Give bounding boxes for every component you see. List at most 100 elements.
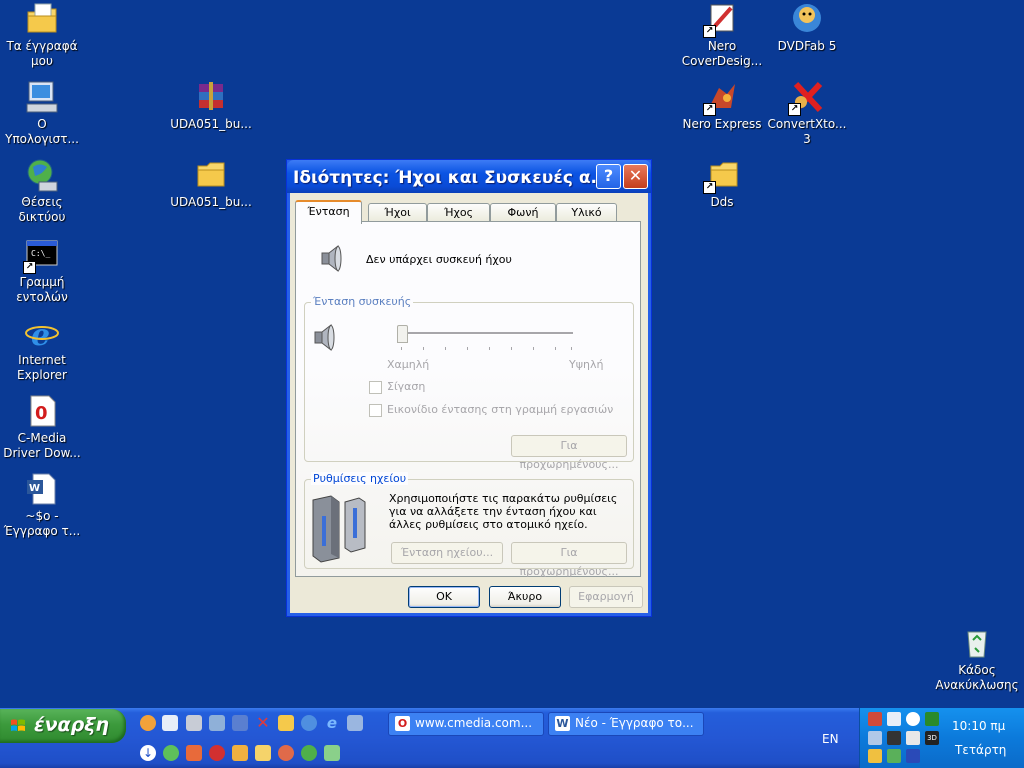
recycle-bin-icon [960, 626, 994, 660]
floppy-icon[interactable] [186, 715, 202, 731]
tab-volume[interactable]: Ένταση [295, 200, 362, 224]
desktop-icon-my-computer[interactable]: Ο Υπολογιστ... [0, 80, 84, 147]
apply-button[interactable]: Εφαρμογή [569, 586, 643, 608]
task-label: Νέο - Έγγραφο το... [575, 716, 694, 730]
shortcut-arrow-icon: ↗ [703, 181, 716, 194]
notes-icon[interactable] [255, 745, 271, 761]
tray-icon[interactable] [868, 731, 882, 745]
opera-icon: O [395, 716, 410, 731]
speaker-settings-description: Χρησιμοποιήστε τις παρακάτω ρυθμίσεις γι… [389, 492, 618, 531]
desktop-icon-label: Τα έγγραφά μου [6, 39, 78, 68]
task-button-opera[interactable]: O www.cmedia.com... [388, 712, 544, 736]
tray-icon-label: Εικονίδιο έντασης στη γραμμή εργασιών [387, 403, 614, 416]
dvdfab-icon [790, 2, 824, 36]
explorer-icon[interactable] [162, 715, 178, 731]
system-tray: 3D 10:10 πμ Τετάρτη [859, 708, 1024, 768]
task-label: www.cmedia.com... [415, 716, 533, 730]
desktop-icon-label: ~$ο - Έγγραφο τ... [3, 509, 81, 538]
tray-icon[interactable] [868, 712, 882, 726]
language-indicator[interactable]: EN [822, 732, 839, 746]
computer-icon [25, 80, 59, 114]
tray-icon[interactable] [868, 749, 882, 763]
desktop-icon-uda-folder[interactable]: UDA051_bu... [169, 158, 253, 210]
convertxto-icon: ↗ [788, 80, 824, 116]
desktop-icon-label: Θέσεις δικτύου [18, 195, 66, 224]
desktop-icon-dvdfab[interactable]: DVDFab 5 [765, 2, 849, 54]
desktop-icon-word-temp[interactable]: W ~$ο - Έγγραφο τ... [0, 472, 84, 539]
clock[interactable]: 10:10 πμ [952, 719, 1005, 733]
tray-icon[interactable] [887, 712, 901, 726]
svg-text:W: W [29, 483, 40, 494]
media-player-icon[interactable] [140, 715, 156, 731]
desktop-icon-nero-coverdesigner[interactable]: ↗ Nero CoverDesig... [680, 2, 764, 69]
nero-express-icon: ↗ [703, 80, 739, 116]
tray-icon[interactable] [925, 712, 939, 726]
speaker-volume-button[interactable]: Ένταση ηχείου... [391, 542, 503, 564]
internet-explorer-icon[interactable]: e [324, 715, 340, 731]
folder-icon [194, 158, 228, 192]
folder-icon[interactable] [278, 715, 294, 731]
nero-icon[interactable] [186, 745, 202, 761]
tray-icon[interactable] [906, 749, 920, 763]
close-button[interactable]: ✕ [623, 164, 648, 189]
speaker-advanced-button[interactable]: Για προχωρημένους... [511, 542, 627, 578]
messenger-icon[interactable] [163, 745, 179, 761]
dvdfab-icon[interactable] [278, 745, 294, 761]
desktop-icon-uda-archive[interactable]: UDA051_bu... [169, 80, 253, 132]
nero-coverdesigner-icon: ↗ [703, 2, 739, 38]
desktop-icon-nero-express[interactable]: ↗ Nero Express [680, 80, 764, 132]
slider-tick [571, 347, 572, 350]
speaker-icon [314, 323, 335, 352]
start-label: έναρξη [34, 714, 109, 736]
paint-icon[interactable] [232, 745, 248, 761]
desktop-icon-label: ConvertXto... 3 [767, 117, 847, 146]
recycle-icon[interactable] [324, 745, 340, 761]
help-button[interactable]: ? [596, 164, 621, 189]
network-icon[interactable] [301, 715, 317, 731]
close-x-icon[interactable]: ✕ [255, 715, 271, 731]
mute-checkbox[interactable] [369, 381, 382, 394]
desktop-icon-dds[interactable]: ↗ Dds [680, 158, 764, 210]
device-volume-legend: Ένταση συσκευής [311, 295, 414, 308]
xear-3d-icon[interactable]: 3D [925, 731, 939, 745]
task-button-word[interactable]: W Νέο - Έγγραφο το... [548, 712, 704, 736]
start-button[interactable]: έναρξη [0, 709, 126, 743]
device-advanced-button[interactable]: Για προχωρημένους... [511, 435, 627, 471]
tray-icon[interactable] [906, 731, 920, 745]
shortcut-arrow-icon: ↗ [703, 25, 716, 38]
desktop-icon-label: UDA051_bu... [170, 195, 252, 209]
folder-icon [25, 2, 59, 36]
tray-icon[interactable] [887, 731, 901, 745]
volume-slider[interactable] [397, 325, 575, 350]
tab-sounds[interactable]: Ήχοι [368, 203, 427, 222]
tab-hardware[interactable]: Υλικό [556, 203, 617, 222]
desktop-icon-convertxto[interactable]: ↗ ConvertXto... 3 [765, 80, 849, 147]
desktop-icon-label: UDA051_bu... [170, 117, 252, 131]
ok-button[interactable]: OK [408, 586, 480, 608]
download-icon[interactable] [906, 712, 920, 726]
dialog-titlebar[interactable]: Ιδιότητες: Ήχοι και Συσκευές α... ? ✕ [287, 160, 651, 193]
network-drive-icon[interactable] [347, 715, 363, 731]
tray-icon-checkbox[interactable] [369, 404, 382, 417]
tray-icon[interactable] [887, 749, 901, 763]
cancel-button[interactable]: Άκυρο [489, 586, 561, 608]
desktop-icon-internet-explorer[interactable]: e Internet Explorer [0, 316, 84, 383]
tab-voice[interactable]: Φωνή [490, 203, 556, 222]
tab-audio[interactable]: Ήχος [427, 203, 490, 222]
download-icon[interactable]: ↓ [140, 745, 156, 761]
desktop-icon-cmedia-driver[interactable]: 0 C-Media Driver Dow... [0, 394, 84, 461]
opera-icon[interactable] [209, 745, 225, 761]
opera-document-icon: 0 [25, 394, 59, 428]
terminal-icon: C:\_ ↗ [23, 238, 59, 274]
desktop-icon-my-documents[interactable]: Τα έγγραφά μου [0, 2, 84, 69]
speaker-icon [321, 244, 342, 273]
desktop-icon-recycle-bin[interactable]: Κάδος Ανακύκλωσης [934, 626, 1020, 693]
desktop-icon-network-places[interactable]: Θέσεις δικτύου [0, 158, 84, 225]
desktop-icon-command-prompt[interactable]: C:\_ ↗ Γραμμή εντολών [0, 238, 84, 305]
svg-text:0: 0 [35, 403, 48, 424]
winrar-icon[interactable] [209, 715, 225, 731]
globe-icon[interactable] [301, 745, 317, 761]
slider-thumb[interactable] [397, 325, 408, 343]
desktop-icon-label: Γραμμή εντολών [16, 275, 68, 304]
script-icon[interactable] [232, 715, 248, 731]
